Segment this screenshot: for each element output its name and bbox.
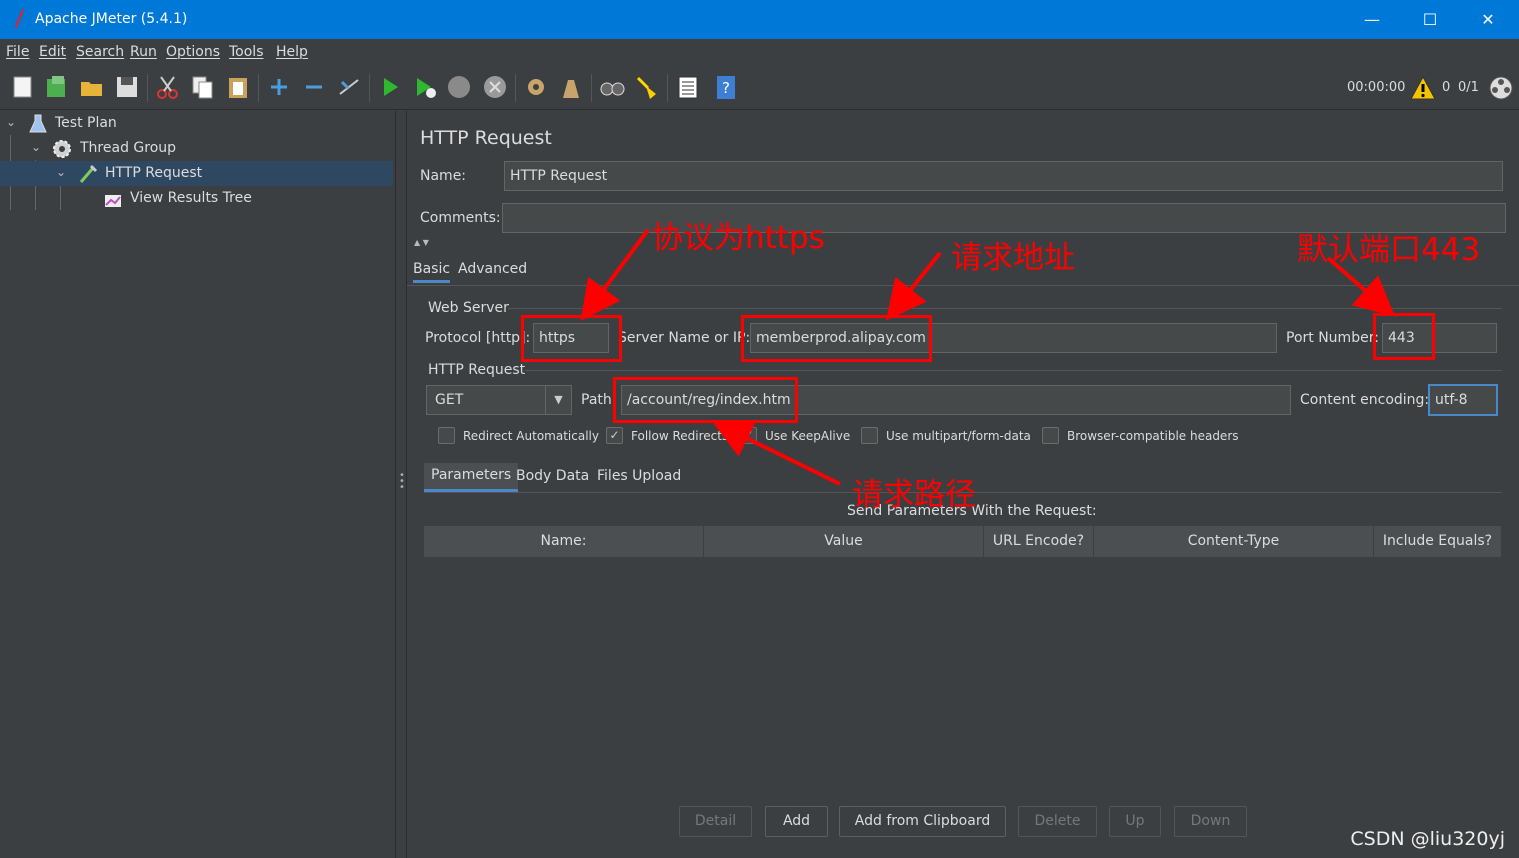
protocol-arrow xyxy=(580,228,650,321)
server-arrow xyxy=(886,251,942,321)
watermark: CSDN @liu320yj xyxy=(1350,828,1505,850)
annotation-arrows xyxy=(580,228,1396,486)
path-arrow xyxy=(711,420,841,486)
port-arrow xyxy=(1326,256,1396,317)
